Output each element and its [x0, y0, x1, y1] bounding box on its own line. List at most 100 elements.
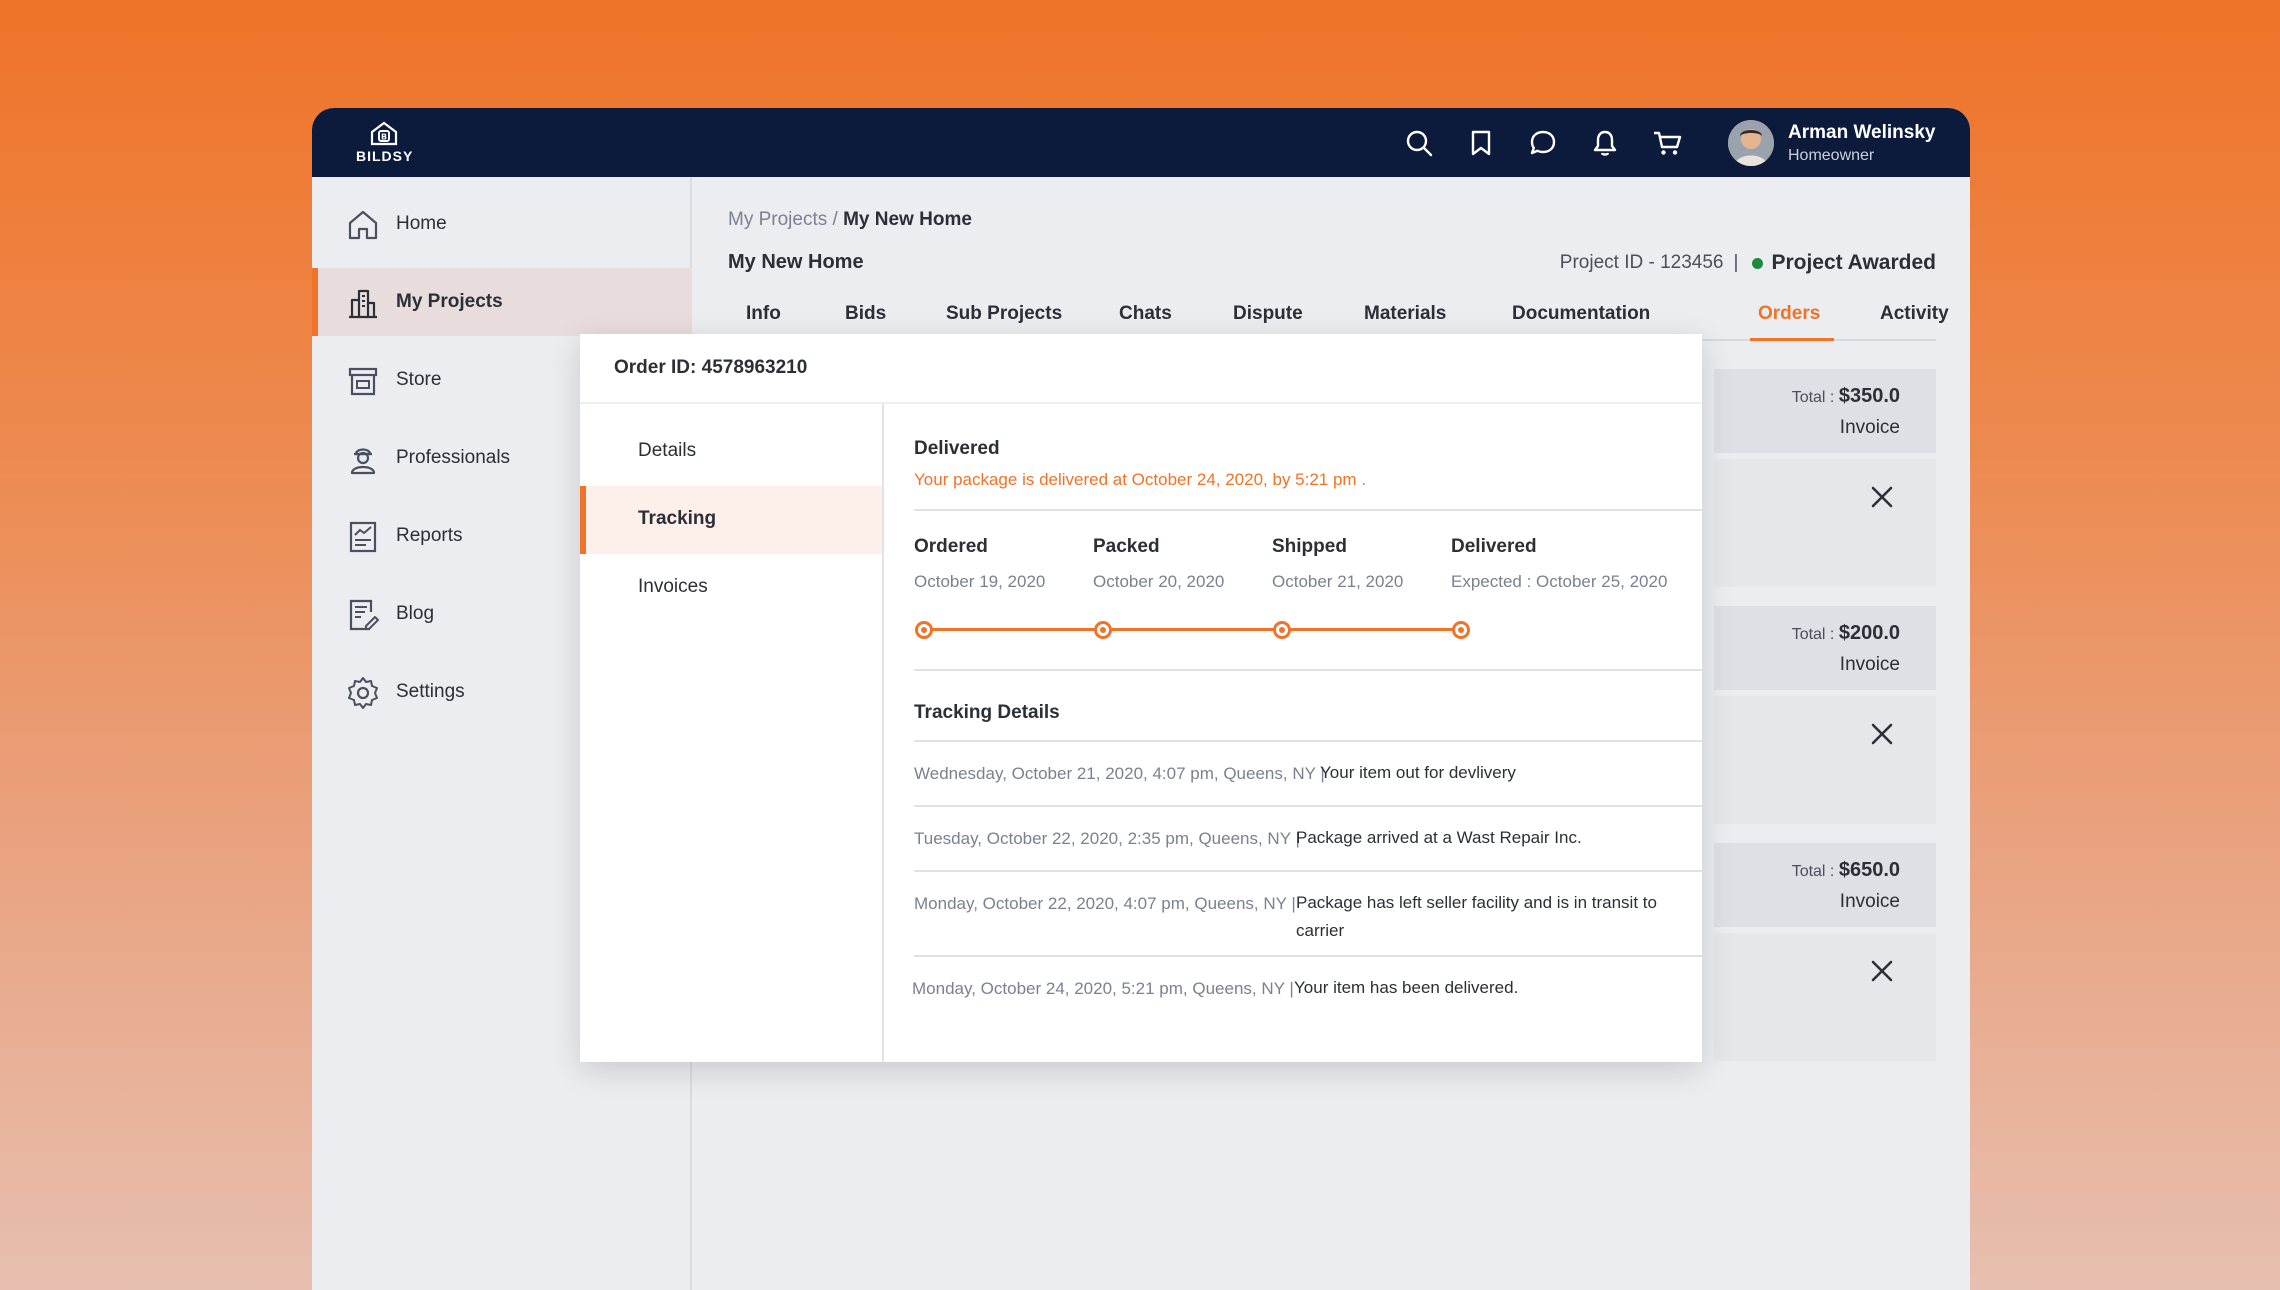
side-item-details[interactable]: Details	[580, 418, 882, 486]
sidebar-item-my-projects[interactable]: My Projects	[312, 268, 692, 336]
order-card-summary: Total : $200.0 Invoice	[1714, 606, 1936, 690]
sidebar-item-label: Professionals	[396, 447, 511, 468]
order-card-body	[1714, 459, 1936, 587]
bell-icon[interactable]	[1588, 126, 1622, 160]
step-label: Packed	[1093, 536, 1160, 557]
breadcrumb-current: My New Home	[843, 209, 972, 230]
step-packed: Packed October 20, 2020	[1093, 536, 1224, 592]
avatar	[1728, 120, 1774, 166]
delivery-status-title: Delivered	[914, 438, 1000, 459]
project-status: Project Awarded	[1771, 251, 1936, 274]
sidebar-item-label: Blog	[396, 603, 435, 624]
order-id: Order ID: 4578963210	[614, 357, 808, 378]
event-time: Tuesday, October 22, 2020, 2:35 pm, Quee…	[914, 829, 1300, 848]
order-card-body	[1714, 696, 1936, 824]
invoice-link[interactable]: Invoice	[1840, 417, 1900, 439]
order-total: Total : $650.0	[1791, 859, 1900, 881]
sidebar-item-label: My Projects	[396, 291, 503, 312]
reports-icon	[349, 521, 377, 553]
settings-icon	[348, 677, 378, 709]
side-item-label: Details	[638, 440, 697, 461]
sidebar-item-label: Store	[396, 369, 442, 390]
logo-house-icon: B	[370, 121, 398, 146]
divider	[914, 740, 1702, 742]
event-description: Your item has been delivered.	[1294, 978, 1519, 997]
breadcrumb: My Projects / My New Home	[728, 209, 972, 231]
user-role: Homeowner	[1788, 147, 1875, 164]
home-icon	[348, 210, 378, 240]
tracking-progress-line	[924, 628, 1466, 631]
tab-materials[interactable]: Materials	[1364, 303, 1446, 325]
step-ordered: Ordered October 19, 2020	[914, 536, 1045, 592]
step-label: Delivered	[1451, 536, 1537, 557]
close-icon[interactable]	[1868, 957, 1896, 985]
logo-text: BILDSY	[356, 148, 414, 164]
side-item-label: Invoices	[638, 576, 708, 597]
order-card-body	[1714, 933, 1936, 1061]
event-time: Monday, October 22, 2020, 4:07 pm, Queen…	[914, 894, 1296, 913]
invoice-link[interactable]: Invoice	[1840, 654, 1900, 676]
order-modal: Order ID: 4578963210 Details Tracking In…	[580, 334, 1702, 1062]
search-icon[interactable]	[1402, 126, 1436, 160]
tracking-dot	[1273, 621, 1291, 639]
sidebar-item-label: Home	[396, 213, 447, 234]
sidebar-item-home[interactable]: Home	[312, 190, 692, 258]
professional-icon	[350, 448, 376, 475]
order-card-summary: Total : $350.0 Invoice	[1714, 369, 1936, 453]
event-time: Wednesday, October 21, 2020, 4:07 pm, Qu…	[914, 764, 1325, 783]
store-icon	[348, 367, 378, 396]
close-icon[interactable]	[1868, 720, 1896, 748]
tracking-dot	[1094, 621, 1112, 639]
logo[interactable]: B BILDSY	[356, 120, 412, 168]
bookmark-icon[interactable]	[1464, 126, 1498, 160]
tab-documentation[interactable]: Documentation	[1512, 303, 1650, 325]
modal-header: Order ID: 4578963210	[580, 334, 1702, 404]
breadcrumb-separator: /	[832, 209, 838, 230]
tab-chats[interactable]: Chats	[1119, 303, 1172, 325]
step-shipped: Shipped October 21, 2020	[1272, 536, 1403, 592]
step-date: October 20, 2020	[1093, 572, 1225, 591]
order-card-summary: Total : $650.0 Invoice	[1714, 843, 1936, 927]
tracking-dot	[1452, 621, 1470, 639]
step-label: Shipped	[1272, 536, 1347, 557]
tracking-panel: Delivered Your package is delivered at O…	[912, 404, 1702, 1062]
tab-activity[interactable]: Activity	[1880, 303, 1949, 325]
cart-icon[interactable]	[1650, 126, 1684, 160]
step-date: October 21, 2020	[1272, 572, 1404, 591]
status-dot	[1752, 257, 1764, 269]
step-label: Ordered	[914, 536, 988, 557]
project-title: My New Home	[728, 251, 864, 273]
top-bar: B BILDSY Arman Welinsky Homeowner	[312, 108, 1970, 177]
event-description: Package has left seller facility and is …	[1296, 893, 1657, 940]
tab-info[interactable]: Info	[746, 303, 781, 325]
side-item-tracking[interactable]: Tracking	[580, 486, 882, 554]
step-delivered: Delivered Expected : October 25, 2020	[1451, 536, 1667, 592]
blog-icon	[349, 599, 379, 631]
delivery-status-message: Your package is delivered at October 24,…	[914, 470, 1367, 489]
event-description: Package arrived at a Wast Repair Inc.	[1296, 828, 1582, 847]
close-icon[interactable]	[1868, 483, 1896, 511]
tab-orders[interactable]: Orders	[1758, 303, 1820, 325]
step-date: Expected : October 25, 2020	[1451, 572, 1668, 591]
invoice-link[interactable]: Invoice	[1840, 891, 1900, 913]
projects-icon	[349, 289, 377, 319]
tab-dispute[interactable]: Dispute	[1233, 303, 1303, 325]
step-date: October 19, 2020	[914, 572, 1046, 591]
tracking-details-title: Tracking Details	[914, 702, 1060, 723]
order-total: Total : $350.0	[1791, 385, 1900, 407]
divider	[914, 870, 1702, 872]
project-id: Project ID - 123456	[1559, 252, 1724, 273]
order-total: Total : $200.0	[1791, 622, 1900, 644]
breadcrumb-parent[interactable]: My Projects	[728, 209, 827, 230]
side-item-invoices[interactable]: Invoices	[580, 554, 882, 622]
project-meta: Project ID - 123456 | Project Awarded	[1560, 251, 1936, 275]
tab-sub-projects[interactable]: Sub Projects	[946, 303, 1062, 325]
active-tab-underline	[1750, 338, 1834, 341]
user-name: Arman Welinsky	[1788, 122, 1936, 143]
chat-icon[interactable]	[1526, 126, 1560, 160]
tab-bids[interactable]: Bids	[845, 303, 886, 325]
divider	[914, 805, 1702, 807]
divider	[914, 509, 1702, 511]
divider	[914, 669, 1702, 671]
side-item-label: Tracking	[638, 508, 717, 529]
